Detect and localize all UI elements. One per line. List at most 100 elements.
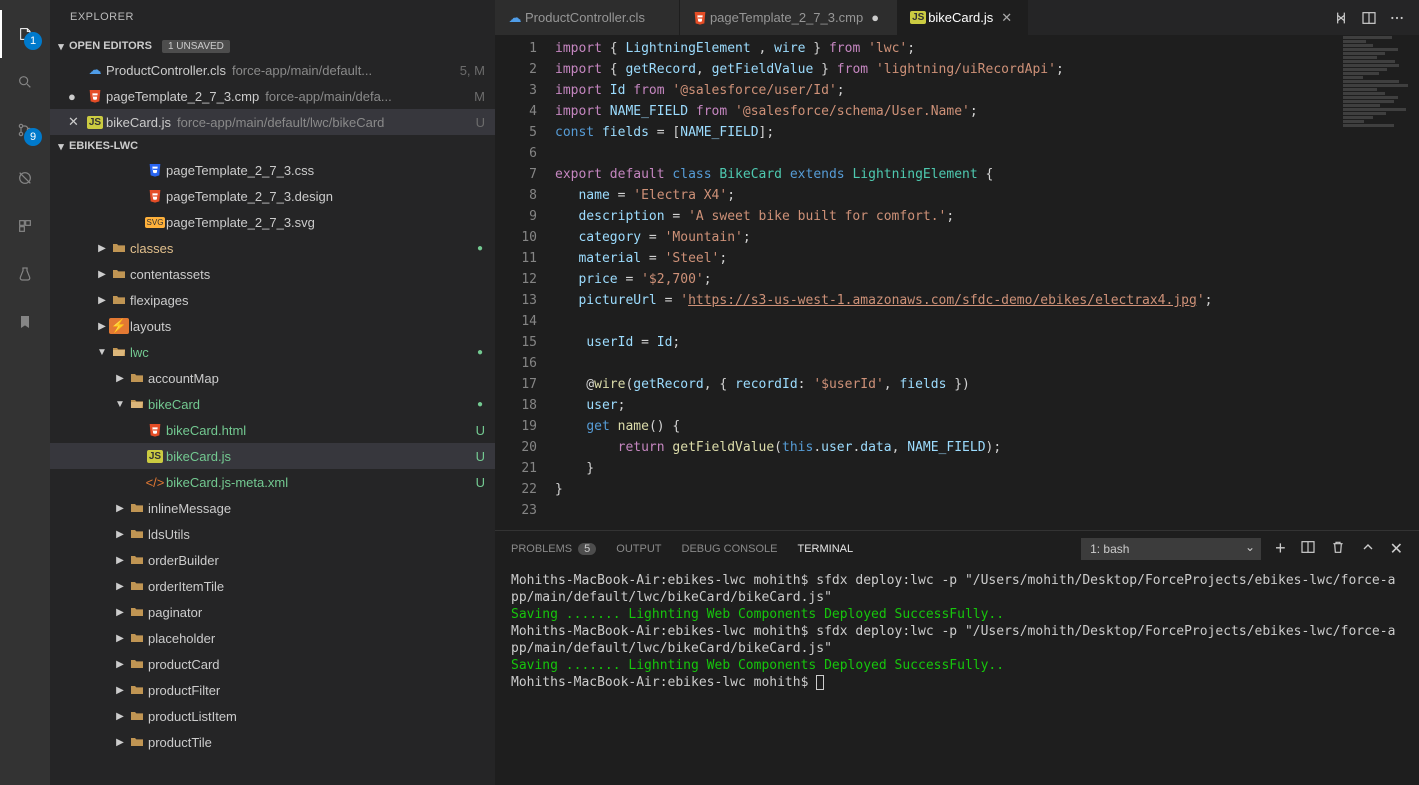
terminal-output[interactable]: Mohiths-MacBook-Air:ebikes-lwc mohith$ s… — [495, 566, 1419, 785]
git-status: 5, M — [460, 63, 495, 78]
tree-folder[interactable]: ▶orderItemTile — [50, 573, 495, 599]
tab-actions — [1327, 0, 1419, 35]
activity-search[interactable] — [0, 58, 50, 106]
new-terminal-icon[interactable]: + — [1275, 538, 1286, 559]
open-editors-header[interactable]: ▾ OPEN EDITORS 1 UNSAVED — [50, 35, 495, 57]
split-editor-icon[interactable] — [1355, 0, 1383, 35]
panel-tab-problems[interactable]: PROBLEMS 5 — [511, 543, 596, 555]
file-name: ProductController.cls — [106, 63, 226, 78]
tree-arrow-icon: ▶ — [114, 633, 126, 644]
file-icon: JS — [144, 450, 166, 463]
file-icon: JS — [84, 116, 106, 129]
tree-label: pageTemplate_2_7_3.design — [166, 189, 333, 204]
tree-file[interactable]: bikeCard.htmlU — [50, 417, 495, 443]
split-terminal-icon[interactable] — [1300, 539, 1316, 558]
dirty-indicator: ● — [68, 89, 84, 104]
tree-folder[interactable]: ▶inlineMessage — [50, 495, 495, 521]
tree-folder[interactable]: ▶flexipages — [50, 287, 495, 313]
activity-scm[interactable]: 9 — [0, 106, 50, 154]
tree-folder[interactable]: ▶contentassets — [50, 261, 495, 287]
tree-file[interactable]: </>bikeCard.js-meta.xmlU — [50, 469, 495, 495]
editor-tab[interactable]: pageTemplate_2_7_3.cmp● — [680, 0, 898, 35]
activity-explorer[interactable]: 1 — [0, 10, 50, 58]
git-dot: ● — [477, 243, 495, 254]
tree-label: lwc — [130, 345, 149, 360]
minimap[interactable] — [1339, 35, 1419, 530]
tree-label: pageTemplate_2_7_3.svg — [166, 215, 315, 230]
sidebar-title: EXPLORER — [50, 0, 495, 35]
terminal-select[interactable]: 1: bash — [1081, 538, 1261, 560]
folder-icon — [126, 708, 148, 724]
tree-label: orderBuilder — [148, 553, 219, 568]
code-content[interactable]: import { LightningElement , wire } from … — [555, 35, 1339, 530]
tree-folder[interactable]: ▶paginator — [50, 599, 495, 625]
tree-label: placeholder — [148, 631, 215, 646]
editor-tab[interactable]: ☁ProductController.cls✕ — [495, 0, 680, 35]
open-editor-item[interactable]: ☁ProductController.clsforce-app/main/def… — [50, 57, 495, 83]
editor-tab[interactable]: JSbikeCard.js✕ — [898, 0, 1028, 35]
tree-folder[interactable]: ▼bikeCard● — [50, 391, 495, 417]
tree-arrow-icon: ▶ — [114, 529, 126, 540]
tree-arrow-icon: ▶ — [114, 685, 126, 696]
panel-tab-terminal[interactable]: TERMINAL — [797, 543, 853, 555]
tree-folder[interactable]: ▶productFilter — [50, 677, 495, 703]
tree-folder[interactable]: ▼lwc● — [50, 339, 495, 365]
tree-file[interactable]: JSbikeCard.jsU — [50, 443, 495, 469]
folder-icon — [126, 578, 148, 594]
tree-folder[interactable]: ▶ldsUtils — [50, 521, 495, 547]
kill-terminal-icon[interactable] — [1330, 539, 1346, 558]
file-icon — [84, 88, 106, 104]
folder-icon — [126, 526, 148, 542]
close-icon[interactable]: ✕ — [68, 114, 84, 130]
activity-bar: 1 9 — [0, 0, 50, 785]
tree-folder[interactable]: ▶productListItem — [50, 703, 495, 729]
code-editor[interactable]: 1234567891011121314151617181920212223 im… — [495, 35, 1419, 530]
tree-file[interactable]: pageTemplate_2_7_3.design — [50, 183, 495, 209]
tab-label: pageTemplate_2_7_3.cmp — [710, 10, 863, 25]
close-panel-icon[interactable]: ✕ — [1390, 539, 1403, 559]
activity-bookmarks[interactable] — [0, 298, 50, 346]
tree-folder[interactable]: ▶productTile — [50, 729, 495, 755]
compare-changes-icon[interactable] — [1327, 0, 1355, 35]
tree-folder[interactable]: ▶ placeholder — [50, 625, 495, 651]
tree-file[interactable]: SVGpageTemplate_2_7_3.svg — [50, 209, 495, 235]
file-name: pageTemplate_2_7_3.cmp — [106, 89, 259, 104]
tree-folder[interactable]: ▶productCard — [50, 651, 495, 677]
panel-tab-output[interactable]: OUTPUT — [616, 543, 661, 555]
tree-label: bikeCard — [148, 397, 200, 412]
tree-label: layouts — [130, 319, 171, 334]
activity-extensions[interactable] — [0, 202, 50, 250]
maximize-panel-icon[interactable] — [1360, 539, 1376, 558]
open-editor-item[interactable]: ●pageTemplate_2_7_3.cmpforce-app/main/de… — [50, 83, 495, 109]
tree-arrow-icon: ▶ — [114, 503, 126, 514]
panel-tab-debug[interactable]: DEBUG CONSOLE — [682, 543, 778, 555]
activity-tests[interactable] — [0, 250, 50, 298]
close-icon[interactable]: ✕ — [1001, 10, 1017, 26]
more-actions-icon[interactable] — [1383, 0, 1411, 35]
tree-label: flexipages — [130, 293, 189, 308]
tree-folder[interactable]: ▶accountMap — [50, 365, 495, 391]
tree-label: bikeCard.js — [166, 449, 231, 464]
folder-icon — [126, 396, 148, 412]
project-label: EBIKES-LWC — [69, 140, 138, 152]
tree-label: orderItemTile — [148, 579, 224, 594]
folder-icon — [108, 266, 130, 282]
project-header[interactable]: ▾ EBIKES-LWC — [50, 135, 495, 157]
file-path: force-app/main/default... — [232, 63, 460, 78]
tree-folder[interactable]: ▶orderBuilder — [50, 547, 495, 573]
file-icon: SVG — [144, 217, 166, 228]
tree-folder[interactable]: ▶classes● — [50, 235, 495, 261]
tree-file[interactable]: pageTemplate_2_7_3.css — [50, 157, 495, 183]
folder-icon — [126, 604, 148, 620]
tree-label: pageTemplate_2_7_3.css — [166, 163, 314, 178]
file-icon — [144, 188, 166, 204]
tree-arrow-icon: ▶ — [96, 321, 108, 332]
tree-folder[interactable]: ▶⚡layouts — [50, 313, 495, 339]
file-name: bikeCard.js — [106, 115, 171, 130]
tree-label: classes — [130, 241, 173, 256]
tab-label: ProductController.cls — [525, 10, 645, 25]
scm-badge: 9 — [24, 128, 42, 146]
open-editor-item[interactable]: ✕JSbikeCard.jsforce-app/main/default/lwc… — [50, 109, 495, 135]
folder-icon — [126, 630, 148, 646]
activity-debug[interactable] — [0, 154, 50, 202]
